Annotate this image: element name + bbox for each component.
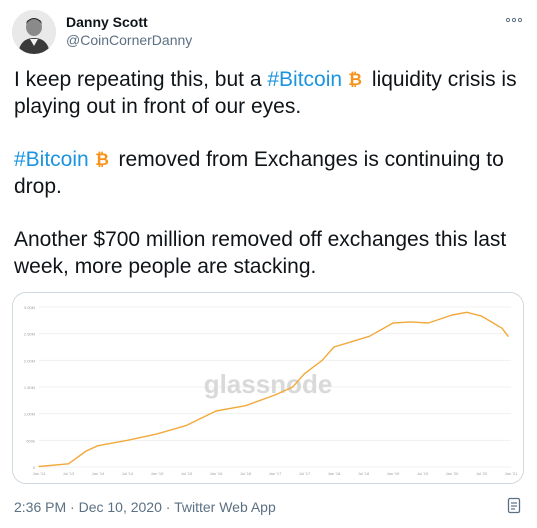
x-tick-label: Jul '17 bbox=[299, 471, 311, 476]
tweet-paragraph-3: Another $700 million removed off exchang… bbox=[14, 228, 507, 278]
data-point bbox=[368, 335, 370, 337]
data-point bbox=[507, 335, 509, 337]
data-point bbox=[126, 439, 129, 441]
data-point bbox=[67, 463, 70, 465]
data-point bbox=[351, 341, 353, 343]
x-tick-label: Jul '20 bbox=[476, 471, 488, 476]
x-tick-label: Jan '18 bbox=[328, 471, 342, 476]
bitcoin-emoji-icon: ₿ bbox=[95, 150, 109, 168]
meta-separator: · bbox=[161, 499, 175, 515]
data-point bbox=[333, 346, 335, 348]
data-point bbox=[303, 373, 306, 375]
svg-text:₿: ₿ bbox=[95, 150, 109, 168]
x-tick-label: Jan '19 bbox=[387, 471, 401, 476]
analytics-icon[interactable] bbox=[507, 497, 523, 515]
avatar-image bbox=[12, 10, 56, 54]
data-point bbox=[480, 315, 483, 317]
data-point bbox=[492, 322, 494, 324]
data-point bbox=[321, 359, 323, 361]
y-tick-label: 1.00M bbox=[24, 412, 35, 417]
x-tick-label: Jan '21 bbox=[505, 471, 519, 476]
more-horizontal-icon[interactable] bbox=[505, 14, 523, 26]
data-point bbox=[244, 405, 247, 407]
data-point bbox=[501, 327, 503, 329]
x-tick-label: Jul '19 bbox=[417, 471, 429, 476]
data-point bbox=[392, 322, 394, 324]
x-tick-label: Jan '15 bbox=[151, 471, 165, 476]
chart-watermark: glassnode bbox=[204, 369, 333, 399]
data-point bbox=[215, 410, 217, 412]
x-tick-label: Jan '17 bbox=[269, 471, 283, 476]
data-point bbox=[466, 311, 468, 313]
data-point bbox=[85, 450, 87, 452]
author-name[interactable]: Danny Scott bbox=[66, 14, 148, 30]
data-point bbox=[97, 445, 99, 447]
x-tick-label: Jul '15 bbox=[181, 471, 193, 476]
data-point bbox=[274, 394, 276, 396]
y-tick-label: 2.50M bbox=[24, 332, 35, 337]
svg-text:₿: ₿ bbox=[348, 70, 362, 88]
x-tick-label: Jul '14 bbox=[122, 471, 134, 476]
avatar[interactable] bbox=[12, 10, 56, 54]
author-handle[interactable]: @CoinCornerDanny bbox=[66, 32, 192, 48]
tweet-paragraph-1: I keep repeating this, but a #Bitcoin ₿ l… bbox=[14, 66, 524, 120]
tweet-paragraph-2: #Bitcoin ₿ removed from Exchanges is cont… bbox=[14, 146, 524, 200]
y-axis-ticks: 0 500k 1.00M 1.50M 2.00M 2.50M 3.00M bbox=[24, 305, 36, 470]
tweet-image-chart[interactable]: 0 500k 1.00M 1.50M 2.00M 2.50M 3.00M Jan '13 Ju… bbox=[12, 292, 524, 484]
x-tick-label: Jul '16 bbox=[240, 471, 252, 476]
data-point bbox=[410, 321, 412, 323]
y-tick-label: 0 bbox=[33, 465, 36, 470]
source-label: Twitter Web App bbox=[174, 499, 276, 515]
exchange-balance-chart: 0 500k 1.00M 1.50M 2.00M 2.50M 3.00M Jan '13 Ju… bbox=[24, 305, 519, 476]
y-tick-label: 1.50M bbox=[24, 385, 35, 390]
tweet: Danny Scott @CoinCornerDanny I keep repe… bbox=[0, 0, 537, 528]
data-point bbox=[185, 424, 188, 426]
y-tick-label: 3.00M bbox=[24, 305, 35, 310]
x-tick-label: Jan '20 bbox=[446, 471, 460, 476]
tweet-text: I keep repeating this, but a #Bitcoin ₿ l… bbox=[14, 66, 524, 306]
x-tick-label: Jan '16 bbox=[210, 471, 224, 476]
data-point bbox=[156, 433, 158, 435]
tweet-meta: 2:36 PM · Dec 10, 2020 · Twitter Web App bbox=[14, 499, 276, 515]
hashtag-link[interactable]: #Bitcoin bbox=[14, 148, 89, 171]
x-tick-label: Jan '13 bbox=[33, 471, 47, 476]
y-tick-label: 2.00M bbox=[24, 358, 35, 363]
x-tick-label: Jan '14 bbox=[92, 471, 106, 476]
hashtag-link[interactable]: #Bitcoin bbox=[267, 68, 342, 91]
x-tick-label: Jul '18 bbox=[358, 471, 370, 476]
data-point bbox=[292, 386, 294, 388]
data-point bbox=[451, 314, 453, 316]
text-segment: I keep repeating this, but a bbox=[14, 68, 268, 91]
y-tick-label: 500k bbox=[26, 438, 35, 443]
bitcoin-emoji-icon: ₿ bbox=[348, 70, 362, 88]
timestamp-link[interactable]: 2:36 PM · Dec 10, 2020 bbox=[14, 499, 162, 515]
x-axis-ticks: Jan '13 Jul '13 Jan '14 Jul '14 Jan '15 Jul '… bbox=[33, 471, 519, 476]
data-point bbox=[427, 322, 429, 324]
data-point bbox=[38, 465, 40, 468]
x-tick-label: Jul '13 bbox=[63, 471, 75, 476]
